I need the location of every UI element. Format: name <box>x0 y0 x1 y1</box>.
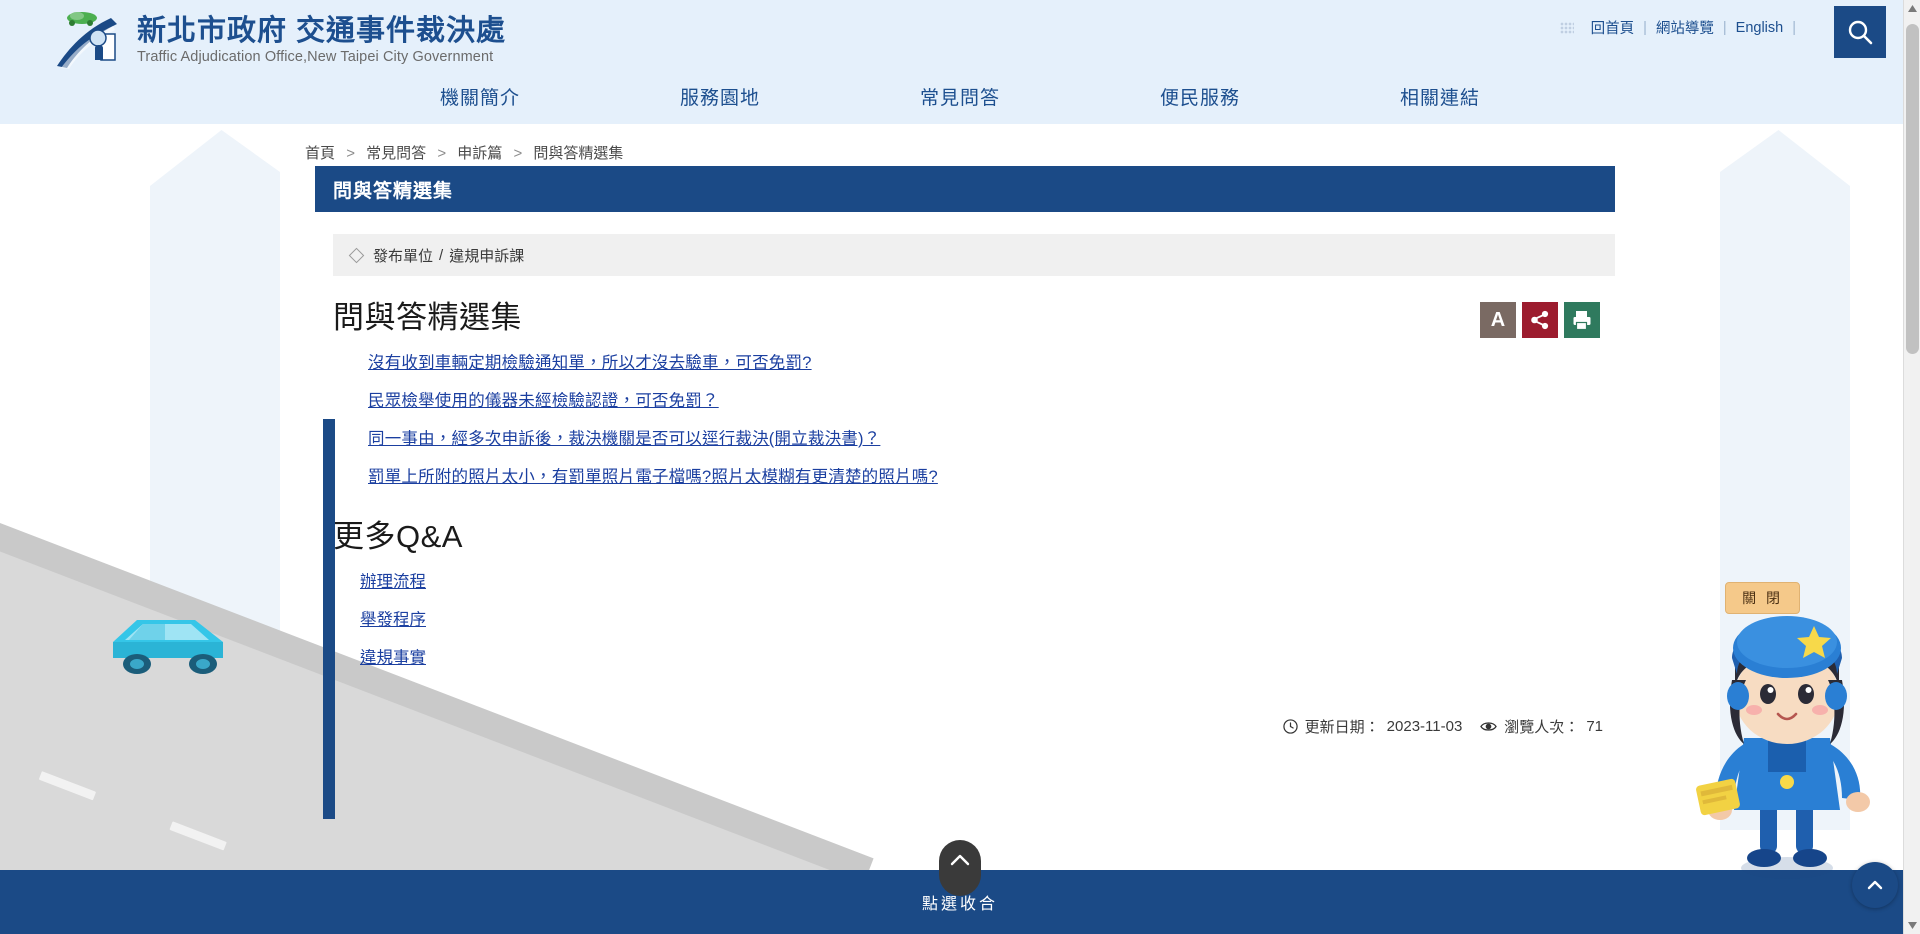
chevron-up-icon <box>950 854 970 866</box>
more-link-list: 辦理流程 舉發程序 違規事實 <box>315 568 1615 668</box>
site-logo[interactable]: 新北市政府 交通事件裁決處 Traffic Adjudication Offic… <box>55 8 506 70</box>
list-item: 同一事由，經多次申訴後，裁決機關是否可以逕行裁決(開立裁決書)？ <box>368 425 1615 449</box>
eye-icon <box>1480 722 1498 731</box>
publisher-label: 發布單位 <box>373 247 434 265</box>
breadcrumb-separator: > <box>437 145 447 162</box>
more-link-reporting[interactable]: 舉發程序 <box>360 611 426 629</box>
page-scrollbar[interactable] <box>1903 0 1920 934</box>
font-size-label: A <box>1490 309 1506 331</box>
logo-text: 新北市政府 交通事件裁決處 Traffic Adjudication Offic… <box>137 12 506 66</box>
breadcrumb-item-appeal[interactable]: 申訴篇 <box>457 145 502 162</box>
mascot-widget[interactable]: 關 閉 <box>1682 582 1892 879</box>
publisher-separator: / <box>439 246 444 264</box>
scroll-to-top-button[interactable] <box>1852 862 1898 908</box>
article-meta: 更新日期： 2023-11-03 瀏覽人次： 71 <box>315 716 1615 737</box>
list-item: 民眾檢舉使用的儀器未經檢驗認證，可否免罰？ <box>368 387 1615 411</box>
view-count: 瀏覽人次： 71 <box>1480 716 1603 737</box>
print-button[interactable] <box>1564 302 1600 338</box>
bottom-bar: 點選收合 <box>0 840 1920 934</box>
nav-item-links[interactable]: 相關連結 <box>1320 88 1560 110</box>
list-item: 舉發程序 <box>360 606 1615 630</box>
qa-link-3[interactable]: 同一事由，經多次申訴後，裁決機關是否可以逕行裁決(開立裁決書)？ <box>368 430 880 448</box>
site-title: 新北市政府 交通事件裁決處 <box>137 15 507 47</box>
breadcrumb-item-home[interactable]: 首頁 <box>305 145 335 162</box>
print-icon <box>1573 311 1591 331</box>
scrollbar-up-arrow[interactable] <box>1904 0 1920 17</box>
qa-link-list: 沒有收到車輛定期檢驗通知單，所以才沒去驗車，可否免罰? 民眾檢舉使用的儀器未經檢… <box>315 349 1615 487</box>
scrollbar-thumb[interactable] <box>1906 24 1919 354</box>
more-qa-title: 更多Q&A <box>333 519 463 554</box>
breadcrumb-item-current[interactable]: 問與答精選集 <box>533 145 623 162</box>
page-title-bar: 問與答精選集 <box>315 166 1615 212</box>
list-item: 違規事實 <box>360 644 1615 668</box>
logo-mark-icon <box>55 8 127 70</box>
site-subtitle: Traffic Adjudication Office,New Taipei C… <box>137 49 494 65</box>
page-title: 問與答精選集 <box>333 180 454 202</box>
top-links: 回首頁 | 網站導覽 | English | <box>1559 17 1796 38</box>
update-date-value: 2023-11-03 <box>1386 718 1463 735</box>
qa-link-1[interactable]: 沒有收到車輛定期檢驗通知單，所以才沒去驗車，可否免罰? <box>368 354 812 372</box>
more-link-process[interactable]: 辦理流程 <box>360 573 426 591</box>
breadcrumb-separator: > <box>513 145 523 162</box>
nav-item-services[interactable]: 服務園地 <box>600 88 840 110</box>
page-root: 新北市政府 交通事件裁決處 Traffic Adjudication Offic… <box>0 0 1920 934</box>
breadcrumb-row: 首頁 > 常見問答 > 申訴篇 > 問與答精選集 <box>0 124 1920 166</box>
qa-link-2[interactable]: 民眾檢舉使用的儀器未經檢驗認證，可否免罰？ <box>368 392 719 410</box>
publisher-value: 違規申訴課 <box>449 247 525 265</box>
section-title: 問與答精選集 <box>333 300 522 335</box>
nav-item-about[interactable]: 機關簡介 <box>360 88 600 110</box>
qa-link-4[interactable]: 罰單上所附的照片太小，有罰單照片電子檔嗎?照片太模糊有更清楚的照片嗎? <box>368 468 938 486</box>
view-count-value: 71 <box>1586 718 1603 735</box>
article-accent-bar <box>323 419 335 819</box>
top-link-separator: | <box>1792 19 1796 36</box>
list-item: 辦理流程 <box>360 568 1615 592</box>
main-content: 首頁 > 常見問答 > 申訴篇 > 問與答精選集 A 問與答精選集 發布單位 /… <box>0 124 1920 819</box>
chevron-up-icon <box>1867 880 1883 890</box>
search-icon <box>1848 20 1873 45</box>
diamond-icon <box>348 247 365 263</box>
share-icon <box>1531 310 1549 330</box>
mascot-figure-icon <box>1696 616 1870 879</box>
top-link-sitemap[interactable]: 網站導覽 <box>1647 17 1723 38</box>
top-link-english[interactable]: English <box>1727 20 1793 36</box>
font-size-button[interactable]: A <box>1480 302 1516 338</box>
nav-item-public-service[interactable]: 便民服務 <box>1080 88 1320 110</box>
update-date-label: 更新日期： <box>1304 719 1380 736</box>
article: 發布單位 / 違規申訴課 問與答精選集 沒有收到車輛定期檢驗通知單，所以才沒去驗… <box>315 234 1615 819</box>
accessibility-dots-icon <box>1559 21 1574 34</box>
share-button[interactable] <box>1522 302 1558 338</box>
top-link-home[interactable]: 回首頁 <box>1582 17 1644 38</box>
clock-icon <box>1282 719 1298 734</box>
search-button[interactable] <box>1834 6 1886 58</box>
collapse-toggle-button[interactable] <box>939 840 981 896</box>
breadcrumb-item-faq[interactable]: 常見問答 <box>366 145 426 162</box>
scrollbar-down-arrow[interactable] <box>1904 917 1920 934</box>
list-item: 罰單上所附的照片太小，有罰單照片電子檔嗎?照片太模糊有更清楚的照片嗎? <box>368 463 1615 487</box>
more-link-violation[interactable]: 違規事實 <box>360 649 426 667</box>
page-tools: A <box>1480 302 1600 338</box>
content-wrapper: 問與答精選集 發布單位 / 違規申訴課 問與答精選集 沒有收到車輛定期檢驗通知單… <box>315 166 1615 819</box>
breadcrumb: 首頁 > 常見問答 > 申訴篇 > 問與答精選集 <box>305 142 1920 163</box>
update-date: 更新日期： 2023-11-03 <box>1282 716 1463 737</box>
site-header: 新北市政府 交通事件裁決處 Traffic Adjudication Offic… <box>0 0 1920 88</box>
publisher-row: 發布單位 / 違規申訴課 <box>333 234 1615 276</box>
breadcrumb-separator: > <box>346 145 355 162</box>
list-item: 沒有收到車輛定期檢驗通知單，所以才沒去驗車，可否免罰? <box>368 349 1615 373</box>
view-count-label: 瀏覽人次： <box>1504 719 1580 736</box>
nav-item-faq[interactable]: 常見問答 <box>840 88 1080 110</box>
